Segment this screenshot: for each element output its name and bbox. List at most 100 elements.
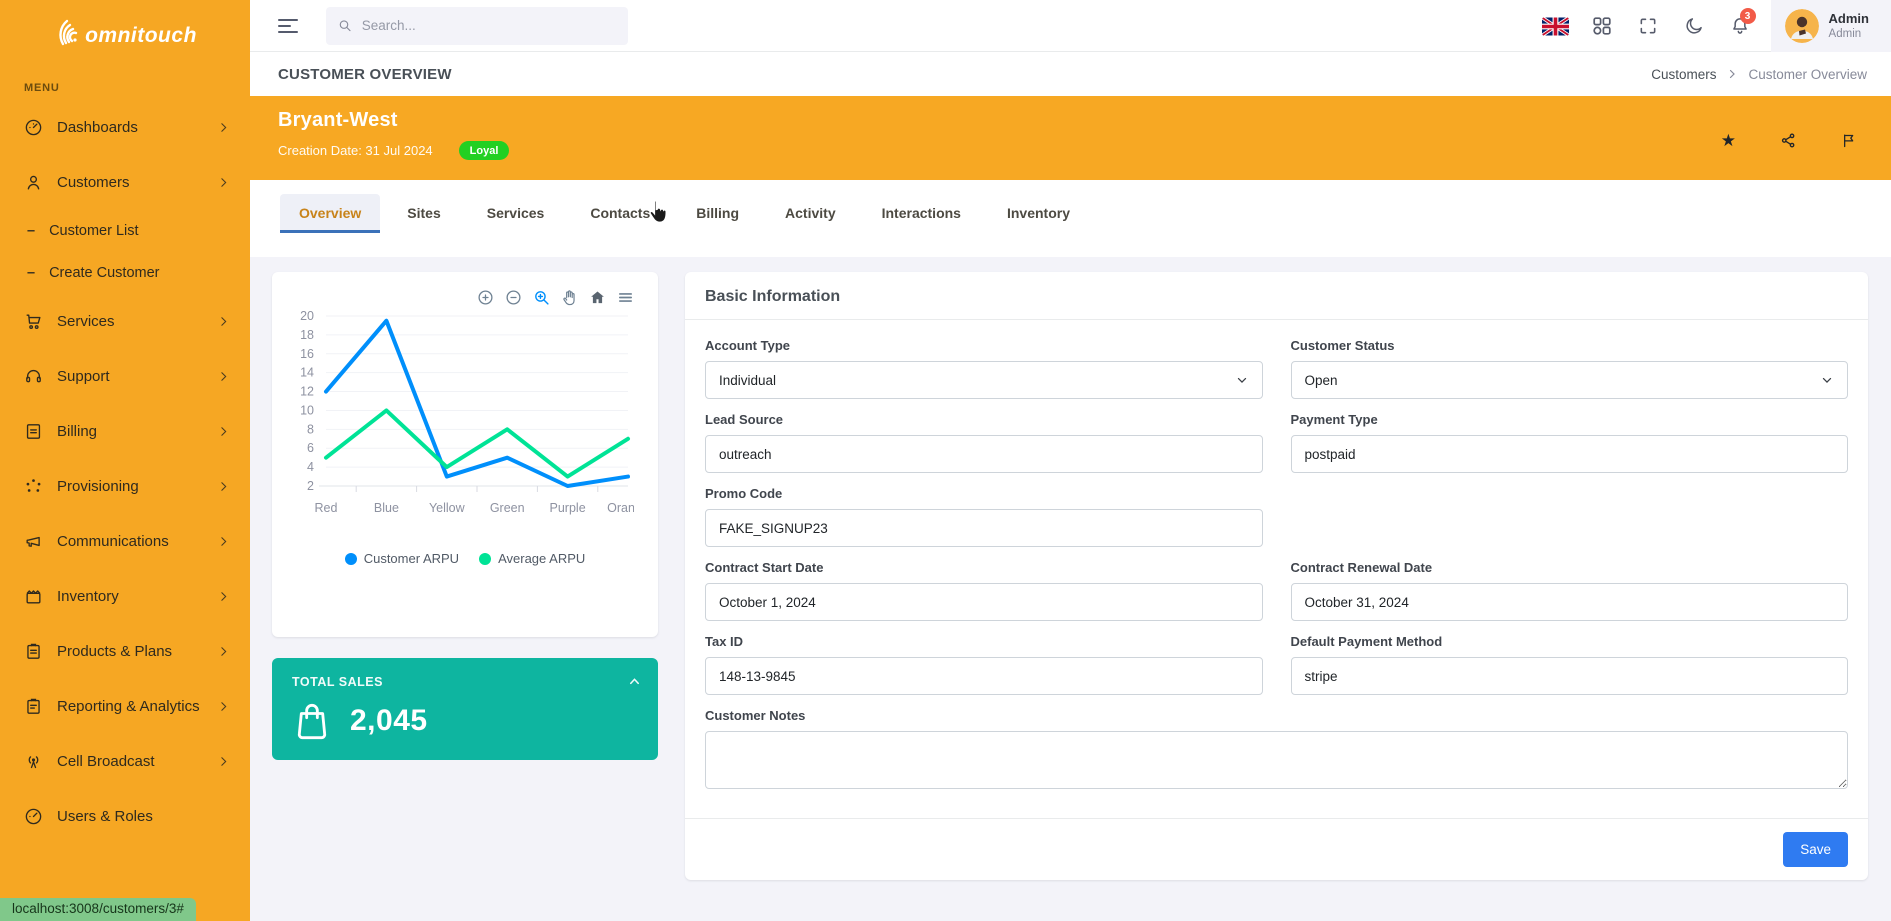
clipboard-icon <box>24 642 43 661</box>
svg-text:Blue: Blue <box>374 501 399 515</box>
tab-billing[interactable]: Billing <box>677 194 758 233</box>
sidebar-item-provisioning[interactable]: Provisioning <box>0 459 250 514</box>
dark-mode-button[interactable] <box>1671 0 1717 52</box>
tab-services[interactable]: Services <box>468 194 564 233</box>
field-contract-renewal-date: Contract Renewal Date <box>1291 560 1849 621</box>
customer-tabs: Overview Sites Services Contacts Billing… <box>250 180 1891 257</box>
favorite-star-icon[interactable]: ★ <box>1721 132 1736 149</box>
tab-sites[interactable]: Sites <box>388 194 459 233</box>
sidebar-item-dashboards[interactable]: Dashboards <box>0 100 250 155</box>
default-payment-method-input[interactable] <box>1291 657 1849 695</box>
svg-text:4: 4 <box>307 460 314 474</box>
field-label: Customer Status <box>1291 338 1849 353</box>
sidebar-item-users-roles[interactable]: Users & Roles <box>0 789 250 844</box>
sidebar-item-communications[interactable]: Communications <box>0 514 250 569</box>
account-type-select[interactable]: Individual <box>705 361 1263 399</box>
apps-grid-icon <box>1592 16 1612 36</box>
sidebar-item-products-plans[interactable]: Products & Plans <box>0 624 250 679</box>
fullscreen-button[interactable] <box>1625 0 1671 52</box>
sidebar-item-reporting-analytics[interactable]: Reporting & Analytics <box>0 679 250 734</box>
sidebar-item-label: Communications <box>57 533 203 550</box>
fullscreen-icon <box>1638 16 1658 36</box>
arpu-chart[interactable]: 2468101214161820RedBlueYellowGreenPurple… <box>296 306 634 538</box>
shopping-cart-icon <box>24 312 43 331</box>
tab-interactions[interactable]: Interactions <box>863 194 980 233</box>
tab-overview[interactable]: Overview <box>280 194 380 233</box>
user-menu[interactable]: Admin Admin <box>1771 0 1891 52</box>
sidebar-nav: Dashboards Customers – Customer List – C… <box>0 100 250 844</box>
field-label: Contract Renewal Date <box>1291 560 1849 575</box>
svg-text:Purple: Purple <box>550 501 586 515</box>
sidebar-item-services[interactable]: Services <box>0 294 250 349</box>
chart-menu-icon[interactable] <box>617 289 634 306</box>
global-search[interactable] <box>326 7 628 45</box>
chart-reset-home-icon[interactable] <box>589 289 606 306</box>
arpu-chart-card: 2468101214161820RedBlueYellowGreenPurple… <box>272 272 658 637</box>
breadcrumb: Customers Customer Overview <box>1651 67 1867 82</box>
chart-pan-icon[interactable] <box>561 289 578 306</box>
sidebar-item-label: Support <box>57 368 203 385</box>
contract-start-date-input[interactable] <box>705 583 1263 621</box>
content-area: 2468101214161820RedBlueYellowGreenPurple… <box>250 257 1891 880</box>
chevron-right-icon <box>217 755 230 768</box>
save-button[interactable]: Save <box>1783 832 1848 867</box>
sidebar-item-billing[interactable]: Billing <box>0 404 250 459</box>
legend-customer-arpu[interactable]: Customer ARPU <box>345 551 459 566</box>
share-icon[interactable] <box>1780 132 1797 149</box>
search-input[interactable] <box>362 18 616 33</box>
svg-text:12: 12 <box>300 385 314 399</box>
tab-inventory[interactable]: Inventory <box>988 194 1089 233</box>
customer-notes-textarea[interactable] <box>705 731 1848 789</box>
lead-source-input[interactable] <box>705 435 1263 473</box>
sidebar-toggle-hamburger-icon[interactable] <box>278 19 300 33</box>
sidebar-item-label: Inventory <box>57 588 203 605</box>
sidebar-item-create-customer[interactable]: – Create Customer <box>0 252 250 294</box>
field-label: Account Type <box>705 338 1263 353</box>
legend-average-arpu[interactable]: Average ARPU <box>479 551 585 566</box>
sidebar-item-label: Customers <box>57 174 203 191</box>
user-name: Admin <box>1829 11 1869 27</box>
link-preview-statusbar: localhost:3008/customers/3# <box>0 898 196 921</box>
payment-type-input[interactable] <box>1291 435 1849 473</box>
chart-toolbar <box>296 288 634 306</box>
tab-contacts[interactable]: Contacts <box>571 194 669 233</box>
tax-id-input[interactable] <box>705 657 1263 695</box>
sidebar-item-label: Cell Broadcast <box>57 753 203 770</box>
user-role: Admin <box>1829 27 1869 41</box>
sidebar-item-support[interactable]: Support <box>0 349 250 404</box>
field-tax-id: Tax ID <box>705 634 1263 695</box>
field-account-type: Account Type Individual <box>705 338 1263 399</box>
language-flag-button[interactable] <box>1533 0 1579 52</box>
chart-selection-zoom-icon[interactable] <box>533 289 550 306</box>
sidebar-item-customers[interactable]: Customers <box>0 155 250 210</box>
contract-renewal-date-input[interactable] <box>1291 583 1849 621</box>
customer-name: Bryant-West <box>278 109 1863 132</box>
collapse-chevron-up-icon[interactable] <box>627 674 642 689</box>
field-lead-source: Lead Source <box>705 412 1263 473</box>
chart-zoom-out-icon[interactable] <box>505 289 522 306</box>
apps-grid-button[interactable] <box>1579 0 1625 52</box>
field-label: Tax ID <box>705 634 1263 649</box>
breadcrumb-customers-link[interactable]: Customers <box>1651 67 1716 82</box>
chevron-right-icon <box>217 645 230 658</box>
sidebar-item-label: Billing <box>57 423 203 440</box>
total-sales-value: 2,045 <box>350 704 428 738</box>
sidebar-item-cell-broadcast[interactable]: Cell Broadcast <box>0 734 250 789</box>
sidebar-item-inventory[interactable]: Inventory <box>0 569 250 624</box>
notifications-button[interactable]: 3 <box>1717 0 1763 52</box>
chart-zoom-in-icon[interactable] <box>477 289 494 306</box>
promo-code-input[interactable] <box>705 509 1263 547</box>
sidebar-item-customer-list[interactable]: – Customer List <box>0 210 250 252</box>
svg-text:8: 8 <box>307 422 314 436</box>
sidebar-subitem-label: Create Customer <box>49 265 159 281</box>
sidebar-item-label: Dashboards <box>57 119 203 136</box>
flag-icon[interactable] <box>1841 132 1857 149</box>
sidebar-item-label: Reporting & Analytics <box>57 698 203 715</box>
svg-text:20: 20 <box>300 309 314 323</box>
tab-activity[interactable]: Activity <box>766 194 855 233</box>
svg-text:18: 18 <box>300 328 314 342</box>
brand-logo[interactable]: omnitouch <box>0 0 250 64</box>
legend-label: Average ARPU <box>498 551 585 566</box>
svg-text:Yellow: Yellow <box>429 501 466 515</box>
customer-status-select[interactable]: Open <box>1291 361 1849 399</box>
